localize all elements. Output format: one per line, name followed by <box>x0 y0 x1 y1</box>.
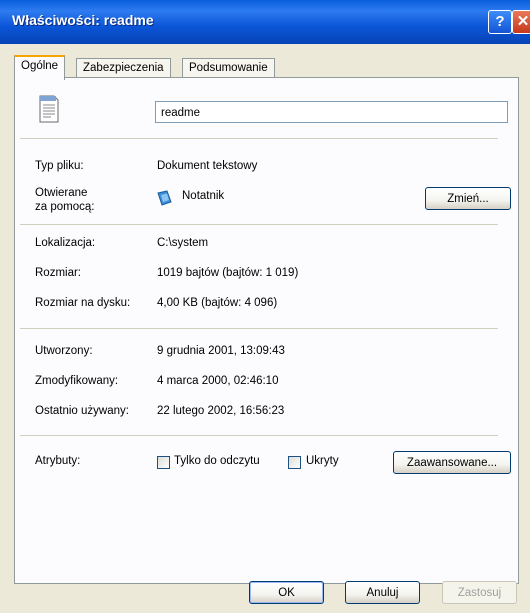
apply-button[interactable]: Zastosuj <box>442 581 517 604</box>
properties-dialog: Właściwości: readme ? ✕ Ogólne Zabezpiec… <box>0 0 530 613</box>
opens-with-app: Notatnik <box>182 190 225 202</box>
tab-summary[interactable]: Podsumowanie <box>182 58 275 78</box>
accessed-label: Ostatnio używany: <box>35 405 129 417</box>
location-value: C:\system <box>157 237 209 249</box>
modified-value: 4 marca 2000, 02:46:10 <box>157 375 279 387</box>
general-tab-panel <box>14 77 519 584</box>
disk-size-value: 4,00 KB (bajtów: 4 096) <box>157 297 278 309</box>
size-label: Rozmiar: <box>35 267 82 279</box>
divider <box>20 138 498 139</box>
opens-with-label-line1: Otwierane <box>35 187 88 199</box>
created-label: Utworzony: <box>35 345 93 357</box>
accessed-value: 22 lutego 2002, 16:56:23 <box>157 405 285 417</box>
close-icon: ✕ <box>516 13 530 30</box>
file-type-value: Dokument tekstowy <box>157 160 258 172</box>
window-title: Właściwości: readme <box>12 12 154 28</box>
file-type-label: Typ pliku: <box>35 160 84 172</box>
title-bar[interactable]: Właściwości: readme ? ✕ <box>0 0 530 44</box>
opens-with-label-line2: za pomocą: <box>35 201 95 213</box>
notepad-document-icon <box>39 95 59 123</box>
size-value: 1019 bajtów (bajtów: 1 019) <box>157 267 299 279</box>
hidden-checkbox[interactable] <box>288 456 301 469</box>
tab-label: Ogólne <box>21 60 59 72</box>
divider <box>20 224 498 225</box>
change-button[interactable]: Zmień... <box>425 187 511 210</box>
tab-general[interactable]: Ogólne <box>14 55 66 80</box>
advanced-button-label: Zaawansowane... <box>406 457 498 469</box>
readonly-checkbox[interactable] <box>157 456 170 469</box>
advanced-button[interactable]: Zaawansowane... <box>393 451 511 474</box>
tab-label: Zabezpieczenia <box>83 62 164 74</box>
tab-label: Podsumowanie <box>189 62 268 74</box>
file-name-input[interactable]: readme <box>155 101 508 123</box>
location-label: Lokalizacja: <box>35 237 96 249</box>
ok-button-label: OK <box>278 587 295 599</box>
hidden-label[interactable]: Ukryty <box>306 455 339 467</box>
file-name-value: readme <box>161 107 200 119</box>
tab-security[interactable]: Zabezpieczenia <box>76 58 171 78</box>
modified-label: Zmodyfikowany: <box>35 375 119 387</box>
apply-button-label: Zastosuj <box>457 587 502 599</box>
help-icon: ? <box>495 13 505 30</box>
disk-size-label: Rozmiar na dysku: <box>35 297 131 309</box>
notepad-icon <box>157 190 172 206</box>
readonly-label[interactable]: Tylko do odczytu <box>174 455 260 467</box>
cancel-button[interactable]: Anuluj <box>345 581 420 604</box>
created-value: 9 grudnia 2001, 13:09:43 <box>157 345 285 357</box>
change-button-label: Zmień... <box>447 193 489 205</box>
close-button[interactable]: ✕ <box>512 10 530 34</box>
help-button[interactable]: ? <box>488 10 512 34</box>
divider <box>20 435 498 436</box>
cancel-button-label: Anuluj <box>366 587 399 599</box>
ok-button[interactable]: OK <box>249 581 324 604</box>
attributes-label: Atrybuty: <box>35 455 81 467</box>
divider <box>20 328 498 329</box>
